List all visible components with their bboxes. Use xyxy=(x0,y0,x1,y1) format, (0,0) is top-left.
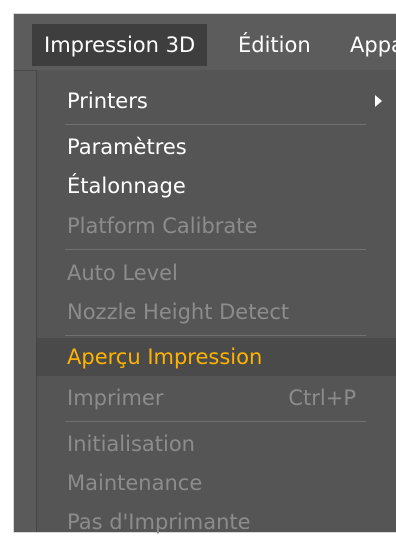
impression-3d-dropdown: Printers Paramètres Étalonnage Platform … xyxy=(36,70,396,534)
menu-item-label: Paramètres xyxy=(67,135,187,159)
app-window: Impression 3D Édition Appa Printers Para… xyxy=(14,14,396,534)
menu-item-label: Étalonnage xyxy=(67,174,186,198)
menu-item-label: Platform Calibrate xyxy=(67,214,258,238)
menu-item-label: Imprimer xyxy=(67,386,164,410)
separator xyxy=(65,124,366,125)
menu-edition[interactable]: Édition xyxy=(226,24,323,66)
menu-item-maintenance: Maintenance xyxy=(37,464,396,502)
menu-item-label: Initialisation xyxy=(67,432,195,456)
menu-item-label: Auto Level xyxy=(67,261,178,285)
submenu-arrow-icon xyxy=(375,95,382,107)
menu-item-apercu-impression[interactable]: Aperçu Impression xyxy=(37,338,396,376)
separator xyxy=(65,421,366,422)
menu-item-auto-level: Auto Level xyxy=(37,254,396,292)
separator xyxy=(65,335,366,336)
menu-item-imprimer: Imprimer Ctrl+P xyxy=(37,379,396,417)
menu-item-pas-d-imprimante: Pas d'Imprimante xyxy=(37,503,396,541)
menu-item-nozzle-height-detect: Nozzle Height Detect xyxy=(37,293,396,331)
menu-item-parametres[interactable]: Paramètres xyxy=(37,128,396,166)
menu-item-printers[interactable]: Printers xyxy=(37,82,396,120)
separator xyxy=(65,249,366,250)
menu-item-initialisation: Initialisation xyxy=(37,425,396,463)
menu-item-label: Aperçu Impression xyxy=(67,345,263,369)
menu-item-platform-calibrate: Platform Calibrate xyxy=(37,207,396,245)
menu-item-label: Maintenance xyxy=(67,471,203,495)
menu-item-etalonnage[interactable]: Étalonnage xyxy=(37,167,396,205)
menu-appa[interactable]: Appa xyxy=(338,24,396,66)
menu-impression-3d[interactable]: Impression 3D xyxy=(32,24,208,66)
menu-bar: Impression 3D Édition Appa xyxy=(14,14,396,71)
menu-item-shortcut: Ctrl+P xyxy=(288,386,356,410)
menu-item-label: Pas d'Imprimante xyxy=(67,510,251,534)
menu-item-label: Nozzle Height Detect xyxy=(67,300,290,324)
menu-item-label: Printers xyxy=(67,89,148,113)
